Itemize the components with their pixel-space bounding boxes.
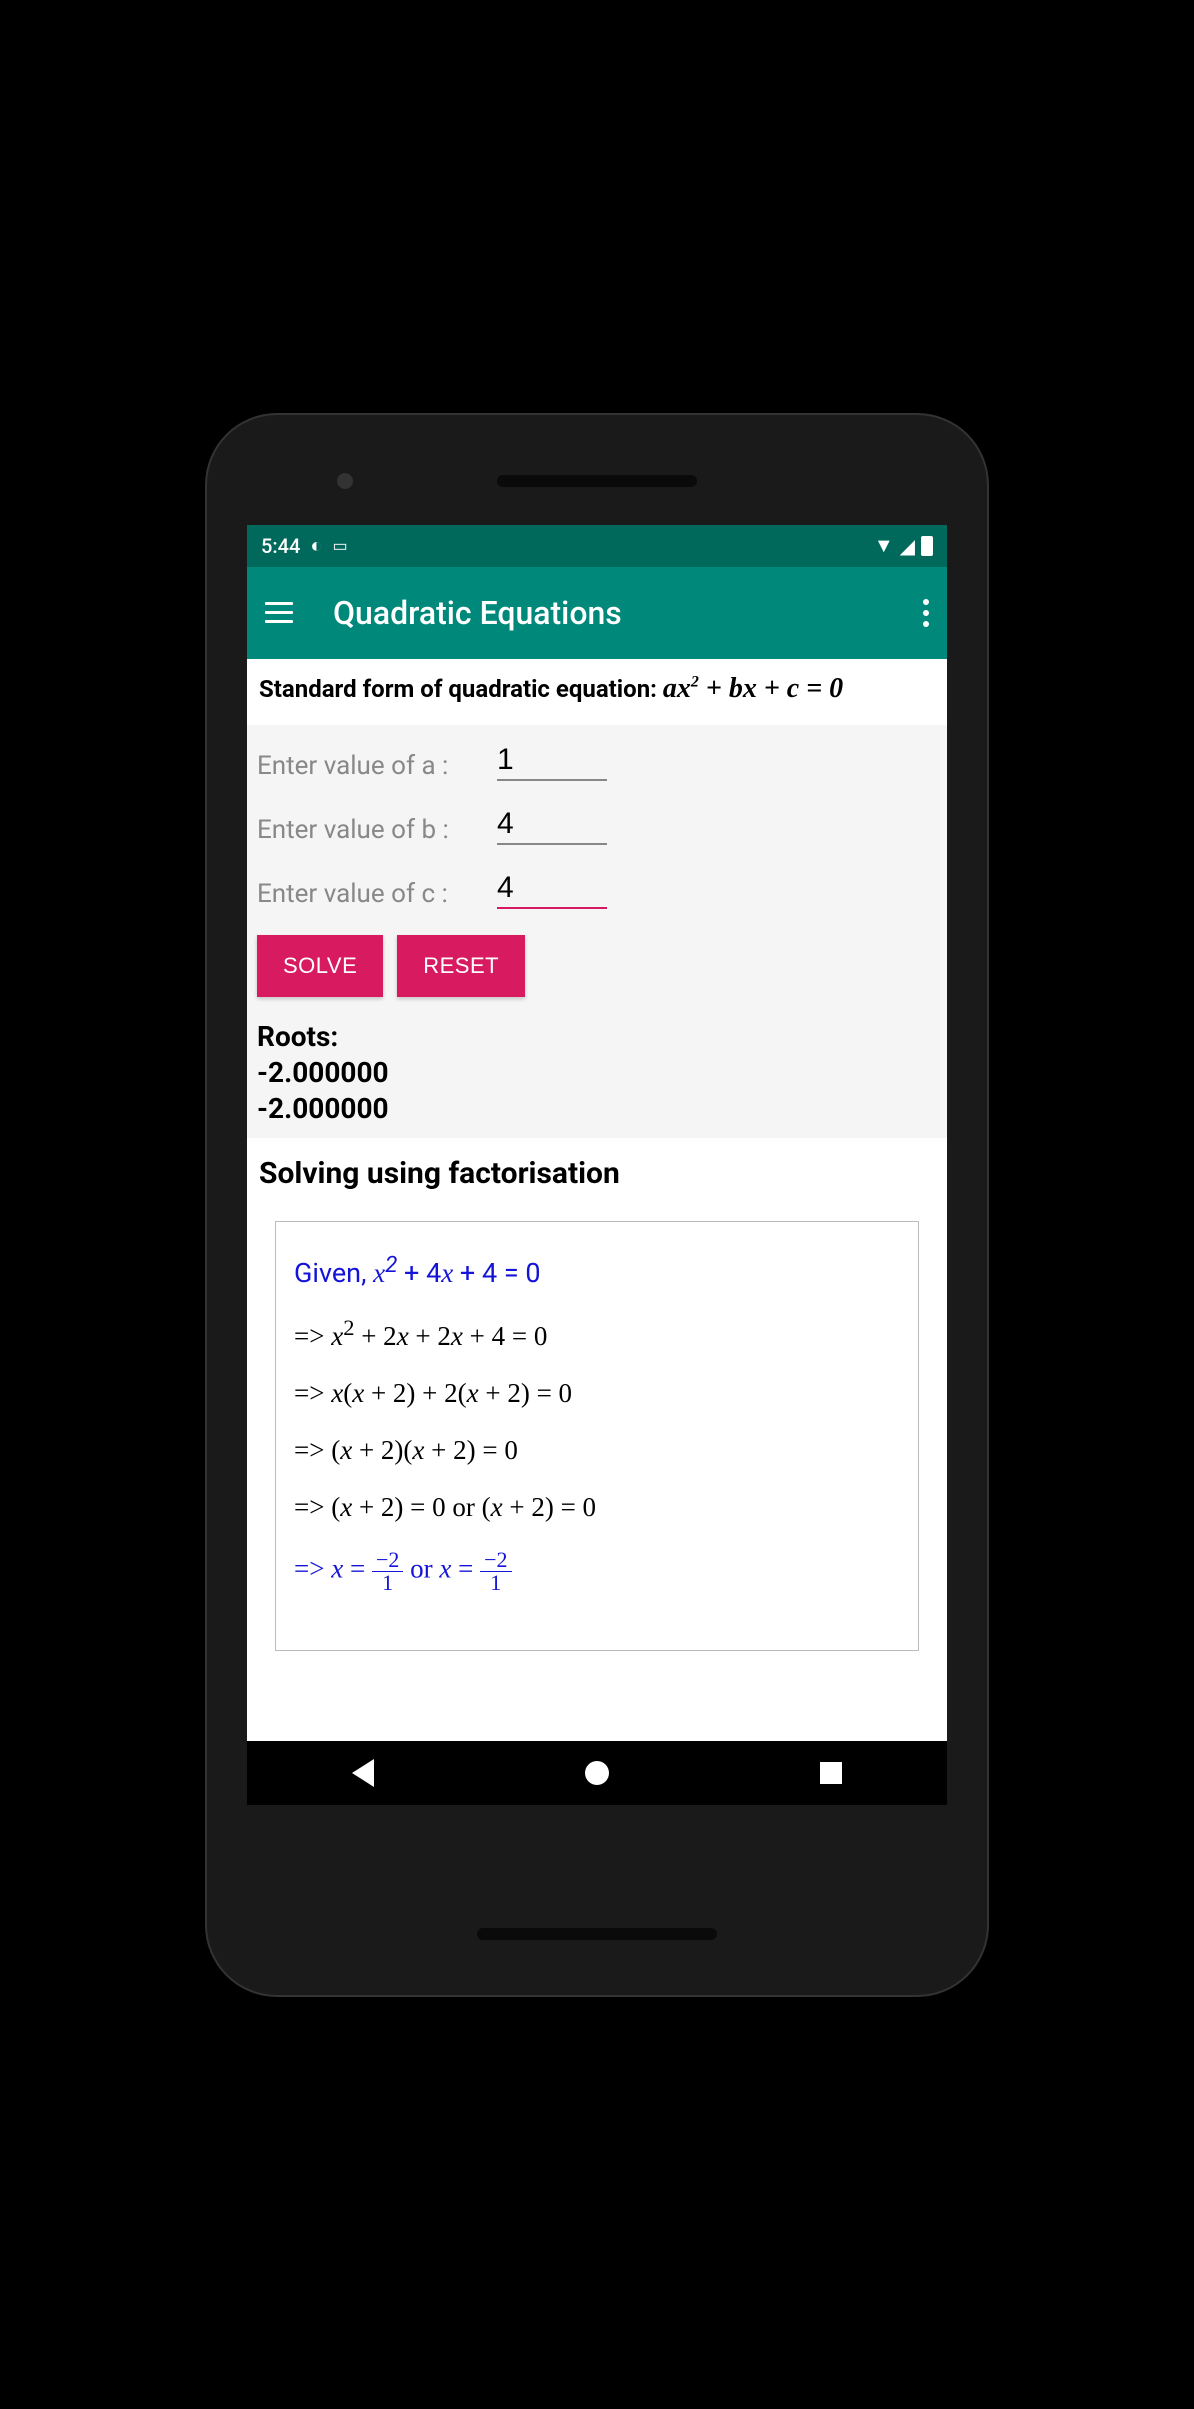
label-b: Enter value of b : xyxy=(257,815,497,845)
signal-icon: ◢ xyxy=(900,534,915,558)
sol-step-1: => x2 + 2x + 2x + 4 = 0 xyxy=(294,1315,900,1352)
sol-step-2: => x(x + 2) + 2(x + 2) = 0 xyxy=(294,1378,900,1409)
menu-icon[interactable] xyxy=(265,602,293,623)
status-icon-1: ◐ xyxy=(310,533,322,558)
input-b[interactable] xyxy=(497,807,607,845)
roots-output: Roots: -2.000000 -2.000000 xyxy=(257,1019,937,1128)
roots-title: Roots: xyxy=(257,1019,937,1055)
camera-dot xyxy=(337,473,353,489)
top-speaker xyxy=(497,475,697,487)
status-time: 5:44 xyxy=(261,534,300,558)
app-bar: Quadratic Equations xyxy=(247,567,947,659)
app-title: Quadratic Equations xyxy=(333,594,923,632)
inputs-section: Enter value of a : Enter value of b : En… xyxy=(247,725,947,1138)
back-button[interactable] xyxy=(352,1759,374,1787)
input-c[interactable] xyxy=(497,871,607,909)
standard-form-label: Standard form of quadratic equation: ax2… xyxy=(259,673,935,705)
sol-step-4: => (x + 2) = 0 or (x + 2) = 0 xyxy=(294,1492,900,1523)
phone-frame: 5:44 ◐ ▭ ▼ ◢ Quadratic Equations Standar… xyxy=(207,415,987,1995)
bottom-speaker xyxy=(477,1928,717,1940)
solve-button[interactable]: SOLVE xyxy=(257,935,383,997)
method-title: Solving using factorisation xyxy=(259,1156,935,1191)
reset-button[interactable]: RESET xyxy=(397,935,525,997)
status-icon-2: ▭ xyxy=(332,536,347,555)
recent-button[interactable] xyxy=(820,1762,842,1784)
home-button[interactable] xyxy=(585,1761,609,1785)
root-2: -2.000000 xyxy=(257,1091,937,1127)
navigation-bar xyxy=(247,1741,947,1805)
input-a[interactable] xyxy=(497,743,607,781)
status-bar: 5:44 ◐ ▭ ▼ ◢ xyxy=(247,525,947,567)
sol-step-5: => x = −21 or x = −21 xyxy=(294,1549,900,1594)
root-1: -2.000000 xyxy=(257,1055,937,1091)
label-a: Enter value of a : xyxy=(257,751,497,781)
wifi-icon: ▼ xyxy=(874,533,894,558)
main-content: Standard form of quadratic equation: ax2… xyxy=(247,659,947,1665)
label-c: Enter value of c : xyxy=(257,879,497,909)
solution-box: Given, x2 + 4x + 4 = 0 => x2 + 2x + 2x +… xyxy=(275,1221,919,1651)
battery-icon xyxy=(921,536,933,556)
more-icon[interactable] xyxy=(923,599,929,627)
sol-step-3: => (x + 2)(x + 2) = 0 xyxy=(294,1435,900,1466)
sol-given: Given, x2 + 4x + 4 = 0 xyxy=(294,1252,900,1289)
screen: 5:44 ◐ ▭ ▼ ◢ Quadratic Equations Standar… xyxy=(247,525,947,1805)
